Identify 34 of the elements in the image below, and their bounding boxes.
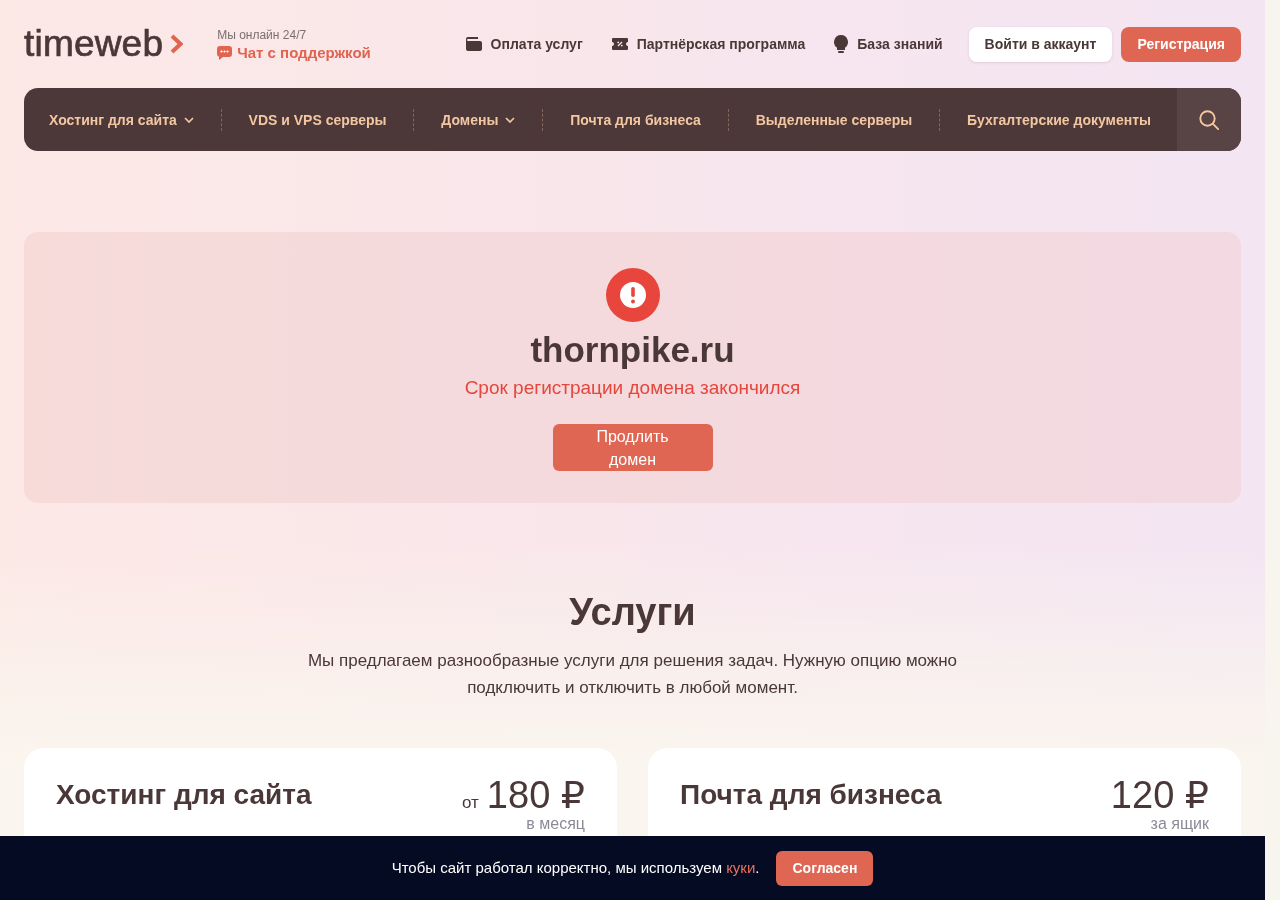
price-period: в месяц (526, 815, 585, 833)
chat-bubble-icon (217, 46, 233, 60)
wallet-icon (465, 37, 482, 51)
caret-icon (183, 116, 194, 123)
nav-link[interactable]: Выделенные серверы (755, 111, 913, 128)
card-title: Почта для бизнеса (680, 778, 942, 812)
online-status-text: Мы онлайн 24/7 (217, 28, 308, 42)
chevron-icon (170, 34, 184, 54)
login-button[interactable]: Войти в аккаунт (968, 26, 1113, 62)
header-link[interactable]: База знаний (834, 35, 943, 53)
card-title: Хостинг для сайта (56, 778, 312, 812)
logo-link[interactable]: timeweb (24, 24, 184, 64)
price-prefix: от (462, 793, 479, 813)
cookie-message: Чтобы сайт работал корректно, мы используем куки. (391, 858, 760, 878)
nav-link[interactable]: Домены (441, 111, 516, 128)
header-link[interactable]: Партнёрская программа (611, 36, 806, 52)
price-amount: 120 ₽ (1110, 775, 1209, 815)
nav-link[interactable]: Хостинг для сайта (49, 111, 194, 128)
nav-link[interactable]: VDS и VPS серверы (248, 111, 387, 128)
ticket-icon (611, 38, 628, 50)
search-button[interactable] (1177, 88, 1241, 151)
lightbulb-icon (834, 35, 849, 53)
exclamation-icon (605, 268, 660, 322)
section-description: Мы предлагаем разнообразные услуги для решения задач. Нужную опцию можно подключить и отключить в любой момент. (306, 650, 959, 699)
caret-icon (505, 116, 516, 123)
search-icon (1199, 109, 1219, 130)
domain-name: thornpike.ru (530, 330, 735, 370)
price-amount: 180 ₽ (486, 775, 585, 815)
nav-link[interactable]: Бухгалтерские документы (967, 111, 1151, 128)
nav-link[interactable]: Почта для бизнеса (570, 111, 701, 128)
header-link[interactable]: Оплата услуг (465, 36, 583, 52)
expiry-message: Срок регистрации домена закончился (464, 377, 801, 399)
price-period: за ящик (1150, 815, 1209, 833)
section-heading: Услуги (569, 590, 696, 635)
